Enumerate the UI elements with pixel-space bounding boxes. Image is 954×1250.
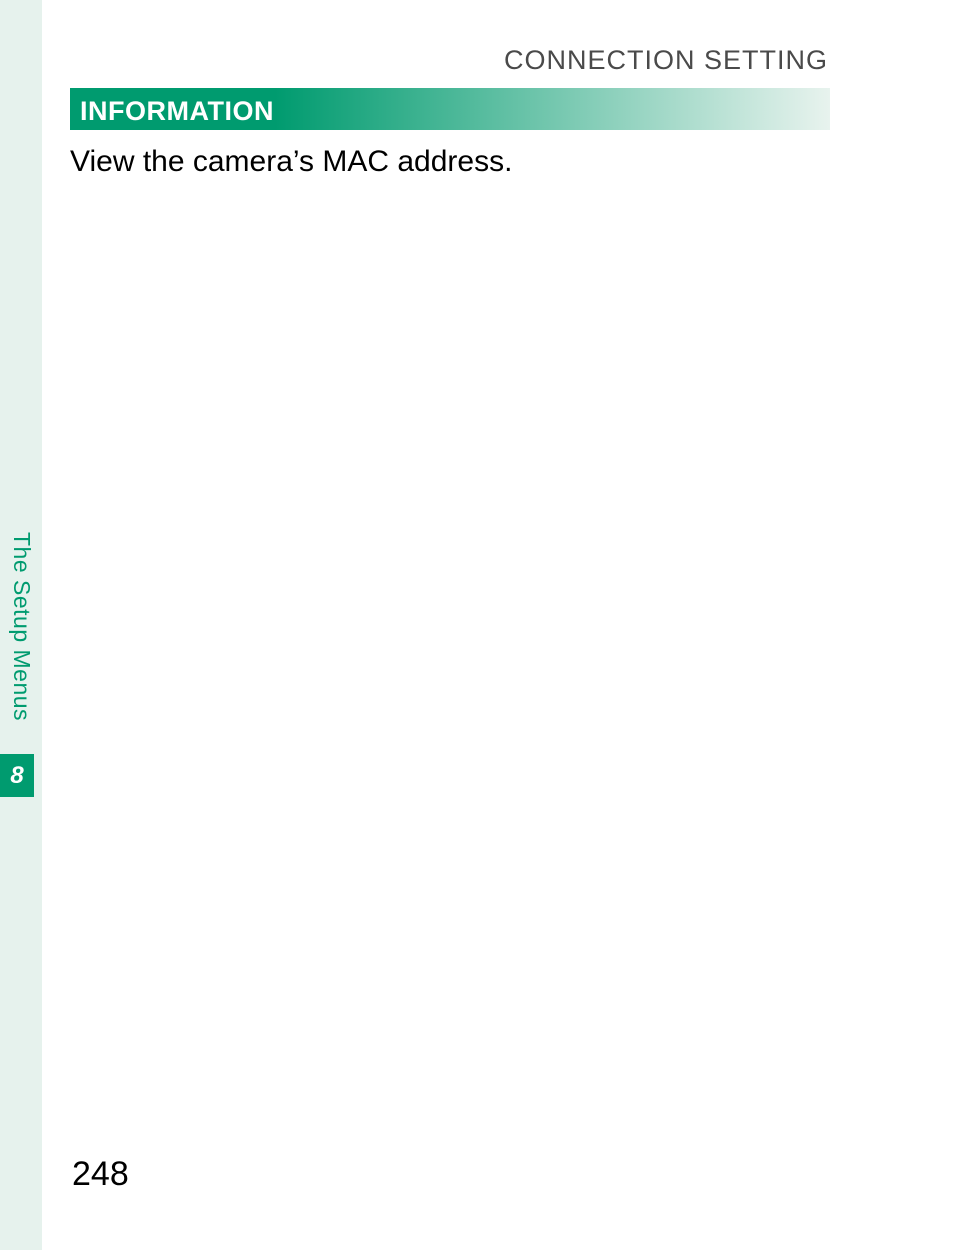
section-label: The Setup Menus — [8, 532, 35, 721]
page-number: 248 — [72, 1155, 129, 1194]
section-body: View the camera’s MAC address. — [70, 142, 830, 183]
page-content: CONNECTION SETTING INFORMATION View the … — [70, 45, 830, 183]
breadcrumb: CONNECTION SETTING — [70, 45, 828, 76]
sidebar: The Setup Menus 8 — [0, 0, 42, 1250]
section-header: INFORMATION — [70, 88, 830, 130]
chapter-number: 8 — [0, 754, 34, 797]
